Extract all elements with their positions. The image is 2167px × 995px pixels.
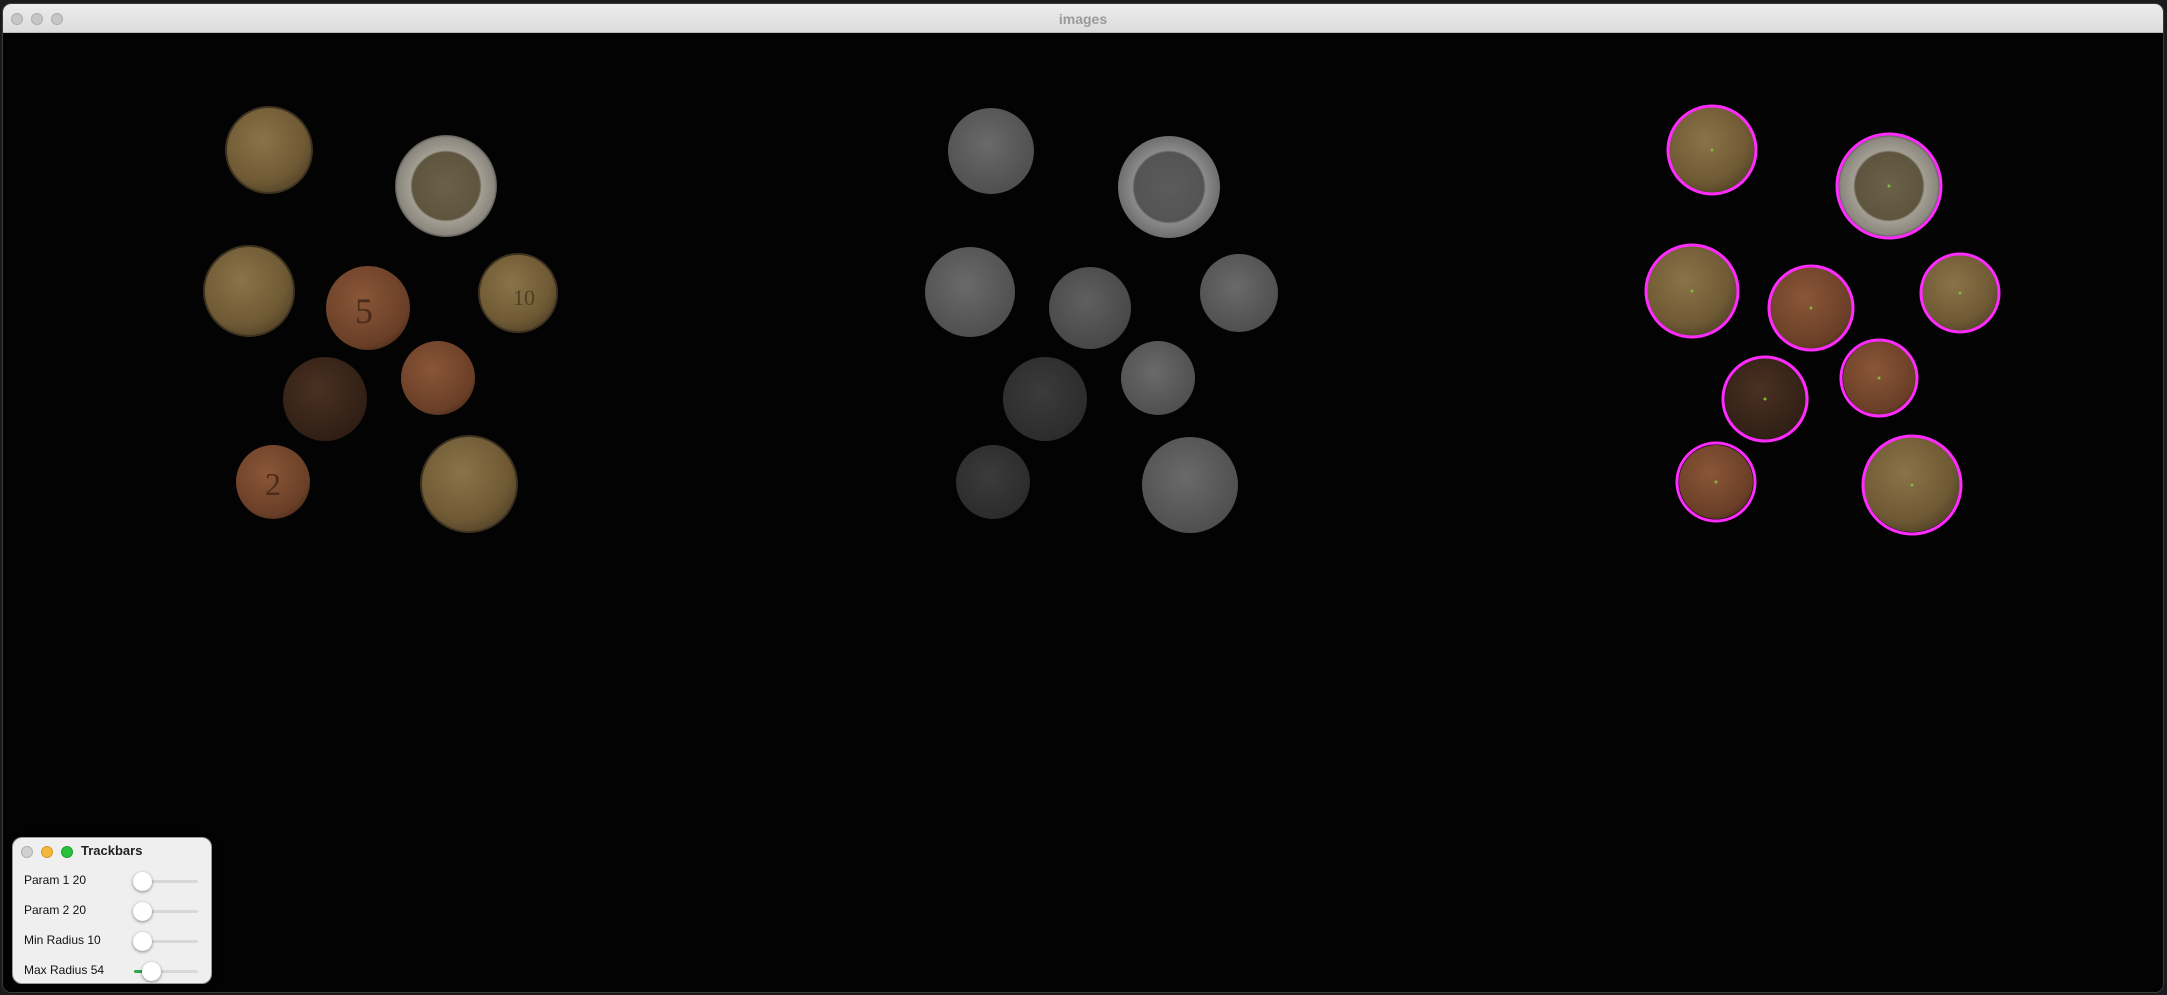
window-title: images bbox=[1058, 11, 1108, 27]
panel-original: 5 10 2 bbox=[203, 106, 558, 533]
trackbar-label: Min Radius 10 bbox=[24, 933, 101, 947]
trackbar-param1: Param 1 20 bbox=[13, 867, 211, 895]
trackbar-label: Max Radius 54 bbox=[24, 963, 105, 977]
coin-20c-b bbox=[420, 435, 518, 533]
window-titlebar[interactable]: images bbox=[3, 4, 2163, 33]
zoom-icon[interactable] bbox=[61, 846, 73, 858]
images-window: images 5 10 2 bbox=[3, 4, 2163, 992]
panel-grayscale bbox=[925, 108, 1278, 533]
slider-knob[interactable] bbox=[132, 872, 152, 891]
coin-1c-dark bbox=[283, 357, 367, 441]
slider-knob[interactable] bbox=[133, 932, 153, 951]
trackbars-title: Trackbars bbox=[81, 843, 143, 858]
coin-1c bbox=[401, 341, 475, 415]
trackbar-param2: Param 2 20 bbox=[13, 897, 211, 925]
slider-knob[interactable] bbox=[132, 902, 152, 921]
close-icon[interactable] bbox=[21, 846, 33, 858]
svg-text:10: 10 bbox=[513, 285, 535, 310]
panel-hough bbox=[1644, 104, 2001, 536]
coin-2eur bbox=[395, 135, 497, 237]
trackbar-max-radius: Max Radius 54 bbox=[13, 957, 211, 983]
trackbars-window: Trackbars Param 1 20 Param 2 20 Min Radi… bbox=[12, 837, 212, 984]
trackbar-label: Param 1 20 bbox=[24, 873, 87, 887]
trackbar-slider[interactable] bbox=[133, 932, 198, 951]
minimize-icon[interactable] bbox=[41, 846, 53, 858]
image-canvas: 5 10 2 bbox=[3, 33, 2163, 992]
coin-20c bbox=[225, 106, 313, 194]
coin-50c bbox=[203, 245, 295, 337]
trackbar-min-radius: Min Radius 10 bbox=[13, 927, 211, 955]
svg-text:2: 2 bbox=[265, 466, 281, 502]
slider-knob[interactable] bbox=[142, 962, 162, 981]
trackbar-slider[interactable] bbox=[132, 872, 198, 891]
trackbar-label: Param 2 20 bbox=[24, 903, 87, 917]
trackbars-titlebar[interactable]: Trackbars bbox=[13, 838, 211, 864]
trackbar-slider[interactable] bbox=[132, 902, 198, 921]
trackbar-slider[interactable] bbox=[134, 962, 198, 981]
svg-text:5: 5 bbox=[355, 291, 373, 331]
